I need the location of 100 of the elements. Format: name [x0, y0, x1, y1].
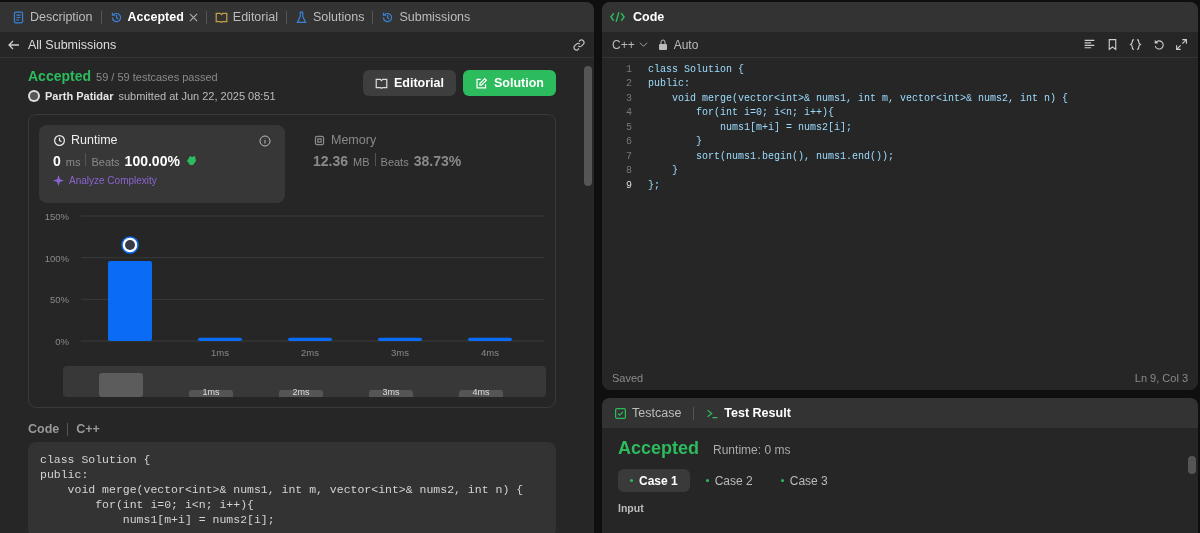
- line-number: 8: [625, 165, 632, 177]
- chevron-down-icon[interactable]: [638, 40, 648, 49]
- code-line: for(int i=0; i<n; i++){: [695, 107, 835, 119]
- editorial-button[interactable]: Editorial: [363, 70, 456, 96]
- code-label: Code: [28, 422, 60, 436]
- panel-tab[interactable]: Solutions: [291, 10, 369, 24]
- line-number: 7: [625, 150, 632, 162]
- edit-icon: [475, 76, 488, 90]
- book-icon: [375, 76, 388, 90]
- avatar-icon: [121, 236, 139, 254]
- panel-tab[interactable]: Test Result: [702, 406, 795, 420]
- beats-value: 38.73%: [413, 153, 462, 169]
- beats-label: Beats: [91, 156, 120, 168]
- document-icon: [12, 10, 25, 24]
- cursor-position: Ln 9, Col 3: [1134, 372, 1188, 384]
- panel-tab[interactable]: Testcase: [610, 406, 686, 420]
- runtime-text: Runtime: 0 ms: [713, 443, 791, 457]
- info-icon[interactable]: [259, 135, 271, 147]
- back-arrow-icon[interactable]: [8, 38, 20, 51]
- stat-unit: MB: [353, 156, 370, 168]
- bar[interactable]: [288, 337, 332, 341]
- author-name[interactable]: Parth Patidar: [45, 90, 114, 102]
- axis-label: 4ms: [481, 347, 499, 358]
- link-icon[interactable]: [572, 37, 586, 52]
- expand-icon[interactable]: [1175, 38, 1188, 51]
- code-line: class Solution {: [648, 63, 744, 75]
- navigator-bar: [99, 373, 143, 397]
- history-icon: [109, 10, 123, 24]
- line-number: 5: [625, 121, 632, 133]
- code-line: public:: [40, 467, 90, 482]
- line-number: 2: [625, 78, 632, 90]
- code-line: public:: [648, 78, 690, 90]
- submitted-text: submitted at Jun 22, 2025 08:51: [118, 90, 276, 102]
- axis-label: 1ms: [211, 347, 229, 358]
- code-line: }: [671, 165, 678, 177]
- line-number: 6: [625, 136, 632, 148]
- scrollbar-thumb[interactable]: [584, 66, 592, 186]
- language-label: C++: [76, 422, 100, 436]
- braces-icon[interactable]: [1129, 38, 1142, 51]
- avatar-icon: [28, 90, 40, 102]
- submission-status: Accepted: [28, 68, 92, 84]
- sparkle-icon: [53, 175, 64, 186]
- panel-tab[interactable]: Accepted: [105, 10, 202, 24]
- stat-title: Memory: [331, 133, 377, 147]
- axis-label: 3ms: [391, 347, 409, 358]
- bar[interactable]: [468, 337, 512, 341]
- code-line: void merge(vector<int>& nums1, int m, vector<int>& nums2, int n) {: [671, 92, 1069, 104]
- checkbox-icon: [614, 406, 627, 420]
- stat-value: 12.36: [313, 153, 349, 169]
- scrollbar-thumb[interactable]: [1188, 456, 1196, 474]
- axis-label: 100%: [44, 252, 69, 264]
- format-icon[interactable]: [1083, 38, 1096, 51]
- bar[interactable]: [378, 337, 422, 341]
- beats-label: Beats: [380, 156, 409, 168]
- stat-panel[interactable]: Memory 12.36 MB Beats 38.73%: [299, 125, 545, 203]
- line-number: 3: [625, 92, 632, 104]
- clock-icon: [53, 133, 66, 147]
- language-selector[interactable]: C++: [612, 37, 635, 52]
- stat-value: 0: [53, 153, 61, 169]
- stat-title: Runtime: [71, 133, 118, 147]
- input-label: Input: [618, 502, 645, 514]
- bookmark-icon[interactable]: [1106, 38, 1119, 51]
- stat-unit: ms: [65, 156, 81, 168]
- axis-label: 0%: [55, 336, 69, 347]
- stat-panel[interactable]: Runtime 0 ms Beats 100.00% Analyze Complexity: [39, 125, 285, 203]
- all-submissions-link[interactable]: All Submissions: [28, 37, 117, 52]
- panel-tab[interactable]: Editorial: [210, 10, 282, 24]
- navigator-label: 4ms: [459, 390, 503, 397]
- case-tab[interactable]: Case 2: [693, 469, 765, 492]
- axis-label: 50%: [50, 294, 69, 306]
- panel-tab[interactable]: Submissions: [377, 10, 475, 24]
- case-tab[interactable]: Case 3: [768, 469, 840, 492]
- range-navigator[interactable]: 1ms 2ms 3ms 4ms: [63, 366, 546, 397]
- line-number: 4: [625, 107, 632, 119]
- reset-icon[interactable]: [1152, 38, 1165, 51]
- code-line: sort(nums1.begin(), nums1.end());: [695, 150, 895, 162]
- lock-icon: [657, 39, 668, 50]
- code-line: void merge(vector<int>& nums1, int m, vector<int>& nums2, int n) {: [66, 482, 525, 497]
- navigator-label: 3ms: [369, 390, 413, 397]
- result-status: Accepted: [618, 438, 700, 459]
- beats-value: 100.00%: [124, 153, 180, 169]
- bar[interactable]: [198, 337, 242, 341]
- navigator-label: 1ms: [189, 390, 233, 397]
- close-icon[interactable]: [188, 12, 198, 22]
- code-line: };: [648, 179, 660, 191]
- mode-label: Auto: [673, 37, 699, 52]
- code-icon: [610, 11, 625, 23]
- case-tab[interactable]: Case 1: [618, 469, 690, 492]
- book-icon: [214, 10, 228, 24]
- panel-tab[interactable]: Description: [8, 10, 97, 24]
- line-number: 9: [625, 179, 632, 191]
- code-line: }: [695, 136, 702, 148]
- code-line: nums1[m+i] = nums2[i];: [719, 121, 853, 133]
- chip-icon: [313, 133, 326, 147]
- testcases-text: 59 / 59 testcases passed: [96, 71, 218, 83]
- save-status: Saved: [612, 372, 644, 384]
- axis-label: 2ms: [301, 347, 319, 358]
- code-line: for(int i=0; i<n; i++){: [94, 497, 255, 512]
- code-line: nums1[m+i] = nums2[i];: [121, 512, 276, 527]
- flask-icon: [295, 10, 308, 24]
